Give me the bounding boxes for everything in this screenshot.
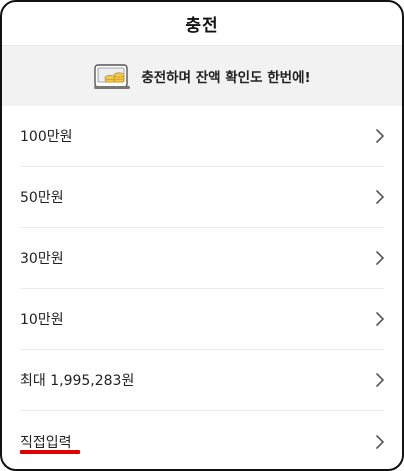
chevron-right-icon bbox=[376, 251, 384, 265]
chevron-right-icon bbox=[376, 373, 384, 387]
option-label: 직접입력 bbox=[20, 434, 72, 451]
balance-banner[interactable]: 충전하며 잔액 확인도 한번에! bbox=[2, 46, 402, 106]
option-1000000[interactable]: 100만원 bbox=[20, 106, 384, 167]
charge-sheet: 충전 충전하며 잔액 확인도 한번에! 100만원 50만원 30만원 10만원… bbox=[0, 0, 404, 471]
option-direct-input[interactable]: 직접입력 bbox=[20, 411, 384, 469]
sheet-header: 충전 bbox=[2, 2, 402, 46]
option-label: 10만원 bbox=[20, 312, 64, 328]
option-100000[interactable]: 10만원 bbox=[20, 289, 384, 350]
option-label: 50만원 bbox=[20, 190, 64, 206]
option-label: 30만원 bbox=[20, 251, 64, 267]
option-label: 최대 1,995,283원 bbox=[20, 373, 135, 389]
chevron-right-icon bbox=[376, 129, 384, 143]
option-label: 100만원 bbox=[20, 129, 73, 145]
page-title: 충전 bbox=[185, 16, 219, 36]
highlight-underline bbox=[20, 450, 80, 454]
banner-text: 충전하며 잔액 확인도 한번에! bbox=[141, 70, 311, 86]
option-500000[interactable]: 50만원 bbox=[20, 167, 384, 228]
wallet-coins-icon bbox=[94, 64, 131, 89]
charge-option-list: 100만원 50만원 30만원 10만원 최대 1,995,283원 직접입력 bbox=[20, 106, 384, 469]
option-300000[interactable]: 30만원 bbox=[20, 228, 384, 289]
chevron-right-icon bbox=[376, 312, 384, 326]
option-max-amount[interactable]: 최대 1,995,283원 bbox=[20, 350, 384, 411]
chevron-right-icon bbox=[376, 190, 384, 204]
chevron-right-icon bbox=[376, 434, 384, 449]
